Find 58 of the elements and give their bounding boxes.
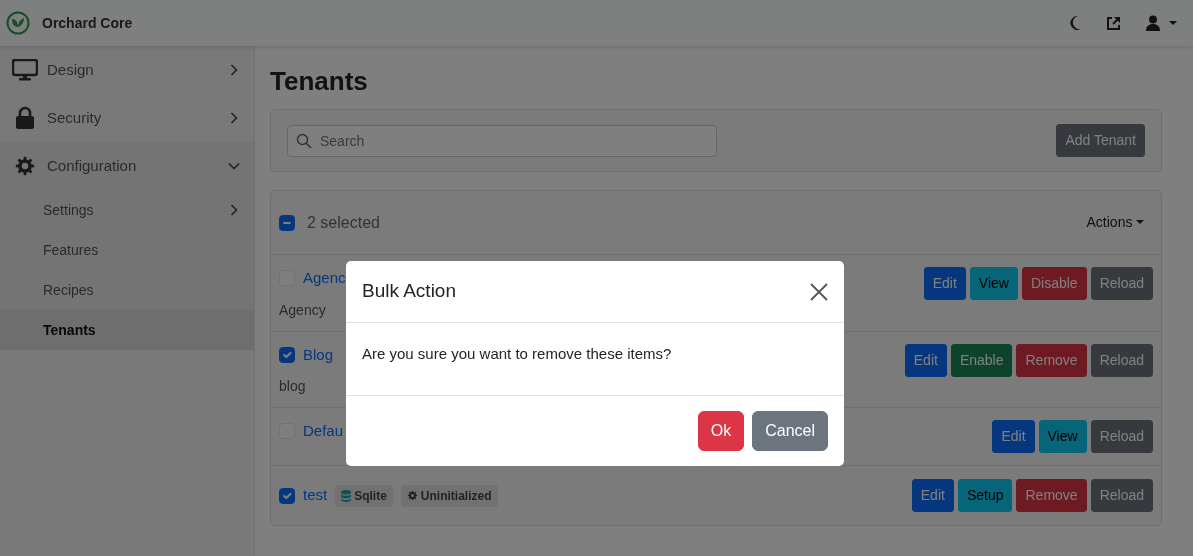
chevron-down-icon — [228, 160, 240, 172]
sidebar-subitem[interactable]: Tenants — [0, 310, 254, 350]
actions-dropdown[interactable]: Actions — [1085, 211, 1145, 235]
sidebar-subitem[interactable]: Settings — [0, 190, 254, 230]
row-action-button[interactable]: Enable — [950, 343, 1013, 377]
row-checkbox[interactable] — [279, 346, 295, 363]
modal-title: Bulk Action — [362, 280, 456, 303]
sidebar-subitem[interactable]: Recipes — [0, 270, 254, 310]
add-tenant-button[interactable]: Add Tenant — [1056, 124, 1145, 158]
row-action-button[interactable]: Reload — [1090, 343, 1153, 377]
sidebar-item[interactable]: Design — [0, 46, 254, 94]
modal-button[interactable]: Ok — [697, 411, 745, 451]
leaf-logo-icon — [6, 11, 30, 35]
database-icon — [341, 489, 352, 502]
selected-count: 2 selected — [307, 212, 380, 233]
row-action-button[interactable]: Remove — [1016, 479, 1087, 513]
modal-message: Are you sure you want to remove these items? — [346, 323, 844, 396]
tenant-description: blog — [279, 377, 307, 397]
user-menu-icon[interactable] — [1145, 15, 1179, 31]
modal-button[interactable]: Cancel — [752, 411, 828, 451]
tenant-name-link[interactable]: Blog — [303, 343, 334, 367]
gear-icon — [13, 155, 36, 177]
row-action-button[interactable]: Edit — [911, 479, 954, 513]
gear-icon — [406, 490, 418, 502]
row-action-button[interactable]: Reload — [1090, 479, 1153, 513]
tenant-badge: Sqlite — [335, 484, 393, 507]
tenant-name-link[interactable]: Defau — [303, 420, 344, 443]
row-action-button[interactable]: Edit — [923, 267, 966, 301]
chevron-right-icon — [228, 112, 240, 124]
tenant-description: Agency — [279, 300, 327, 320]
row-action-button[interactable]: Setup — [957, 479, 1013, 513]
row-action-button[interactable]: Reload — [1090, 267, 1153, 301]
chevron-right-icon — [228, 204, 240, 216]
sidebar-item[interactable]: Configuration — [0, 142, 254, 190]
moon-icon[interactable] — [1068, 15, 1082, 31]
page-title: Tenants — [270, 66, 369, 98]
row-action-button[interactable]: Reload — [1090, 420, 1153, 454]
select-all-checkbox[interactable] — [279, 214, 295, 231]
close-icon — [810, 283, 828, 302]
row-action-button[interactable]: View — [969, 267, 1018, 301]
tenant-name-link[interactable]: test — [303, 484, 328, 507]
lock-icon — [14, 106, 35, 130]
row-checkbox[interactable] — [279, 487, 295, 504]
chevron-right-icon — [228, 64, 240, 76]
tenant-name-link[interactable]: Agenc — [303, 267, 346, 290]
monitor-icon — [11, 59, 38, 81]
row-action-button[interactable]: View — [1038, 420, 1087, 454]
external-link-icon[interactable] — [1106, 15, 1121, 31]
search-icon — [296, 132, 312, 149]
sidebar-item[interactable]: Security — [0, 94, 254, 142]
search-field[interactable]: Search — [287, 124, 717, 157]
row-action-button[interactable]: Disable — [1021, 267, 1087, 301]
tenant-badge: Uninitialized — [400, 484, 498, 507]
sidebar-subitem[interactable]: Features — [0, 230, 254, 270]
row-action-button[interactable]: Remove — [1016, 343, 1087, 377]
row-action-button[interactable]: Edit — [904, 343, 947, 377]
brand-link[interactable]: Orchard Core — [42, 12, 133, 34]
row-action-button[interactable]: Edit — [992, 420, 1035, 454]
